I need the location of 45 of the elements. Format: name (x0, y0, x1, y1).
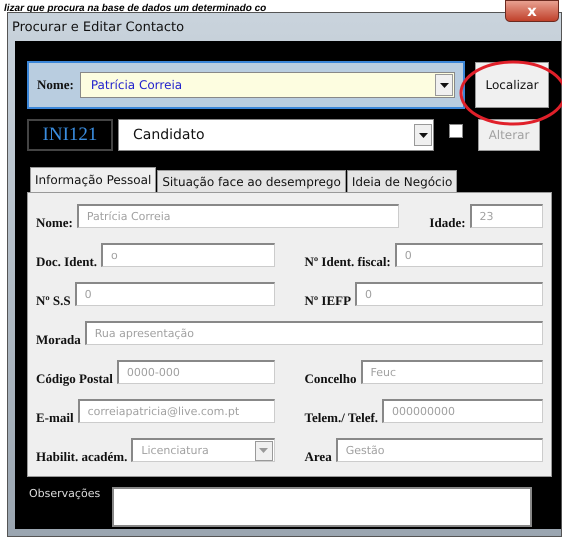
field-label: Idade: (429, 215, 466, 231)
dropdown-button[interactable] (414, 124, 432, 146)
field-label: Morada (36, 332, 81, 348)
checkbox[interactable] (449, 124, 463, 138)
field-label: Nome: (36, 215, 73, 231)
field-label: Nº S.S (36, 293, 71, 309)
field-label: Concelho (304, 371, 356, 387)
caret-icon (418, 132, 428, 138)
field-label: Nome: (37, 77, 74, 93)
input-field[interactable]: 000000000 (382, 399, 543, 423)
caret-icon (440, 82, 448, 88)
localizar-button[interactable]: Localizar (475, 62, 549, 108)
tab[interactable]: Situação face ao desemprego (157, 170, 346, 192)
tab[interactable]: Informação Pessoal (30, 167, 156, 192)
input-field[interactable]: 0 (74, 282, 274, 306)
input-field[interactable]: Gestão (336, 438, 543, 462)
field-label: Nº IEFP (304, 293, 352, 309)
field-label: Telem./ Telef. (304, 410, 378, 426)
observations-field[interactable] (112, 487, 532, 527)
input-field[interactable]: Patrícia Correia (76, 204, 400, 228)
field-label: Habilit. académ. (36, 449, 128, 465)
input-field[interactable]: o (101, 243, 274, 267)
select-field[interactable]: Licenciatura (131, 438, 274, 462)
record-code: INI121 (27, 119, 113, 151)
tab[interactable]: Ideia de Negócio (346, 170, 458, 192)
input-field[interactable]: 0000-000 (116, 360, 274, 384)
field-label: Doc. Ident. (36, 254, 98, 270)
type-combo[interactable]: Candidato (118, 119, 434, 151)
field-label: Area (304, 449, 332, 465)
input-field[interactable]: 0 (355, 282, 543, 306)
field-label: E-mail (36, 410, 74, 426)
window-title: Procurar e Editar Contacto (12, 20, 184, 34)
field-label: Nº Ident. fiscal: (304, 254, 391, 270)
caret-icon (259, 448, 268, 453)
input-field[interactable]: Rua apresentação (84, 321, 543, 345)
input-field[interactable]: Feuc (360, 360, 543, 384)
input-field[interactable]: 23 (470, 204, 543, 228)
field-label: Observações (29, 487, 100, 502)
dropdown-button[interactable] (435, 74, 453, 96)
close-button[interactable]: x (505, 0, 559, 22)
name-combo[interactable]: Patrícia Correia (80, 72, 455, 98)
input-field[interactable]: correiapatricia@live.com.pt (78, 399, 274, 423)
field-label: Código Postal (36, 371, 113, 387)
document-caption: lizar que procura na base de dados um determinado co (4, 3, 266, 14)
input-field[interactable]: 0 (394, 243, 543, 267)
